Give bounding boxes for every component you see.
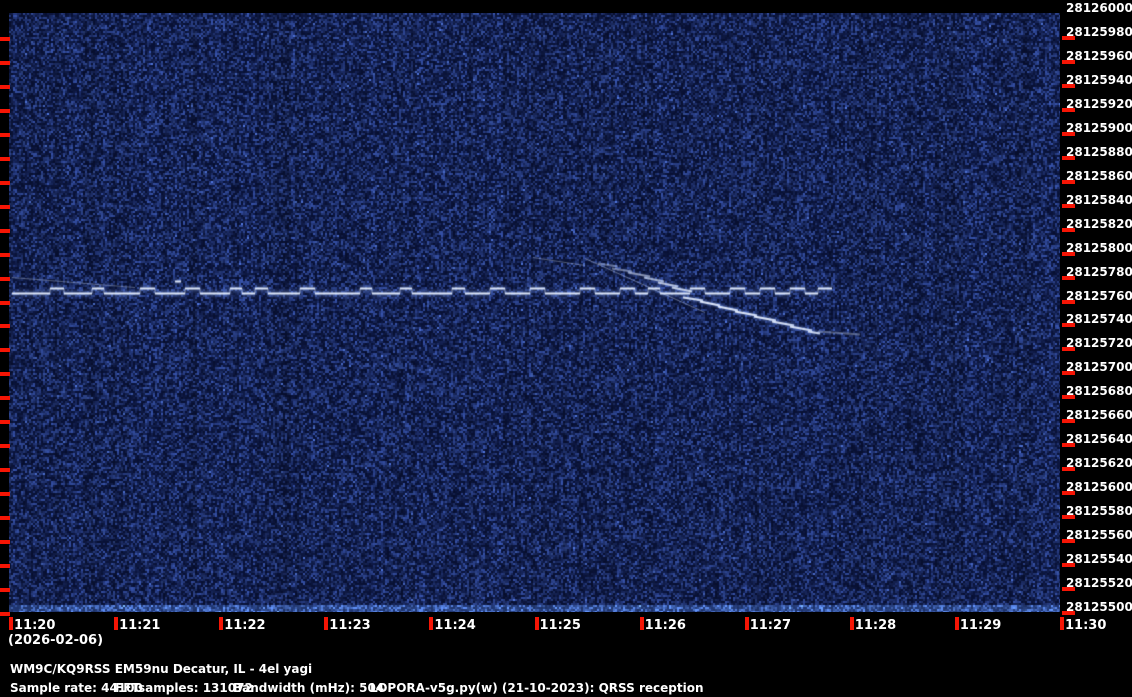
- freq-tick-left: [0, 492, 10, 496]
- freq-tick-left: [0, 372, 10, 376]
- freq-label: 28125700: [1066, 360, 1130, 374]
- time-tick: [429, 617, 433, 630]
- time-label: 11:26: [645, 619, 686, 633]
- freq-label: 28125500: [1066, 600, 1130, 614]
- freq-label: 28125680: [1066, 384, 1130, 398]
- freq-tick-left: [0, 85, 10, 89]
- freq-label: 28125800: [1066, 241, 1130, 255]
- time-tick: [640, 617, 644, 630]
- time-tick: [535, 617, 539, 630]
- spectrogram-waterfall: [9, 13, 1060, 612]
- freq-label: 28125920: [1066, 97, 1130, 111]
- freq-tick-left: [0, 516, 10, 520]
- lopora-grabber-window: 28126000 28125980 28125960 28125940 28125920…: [0, 0, 1132, 697]
- freq-label: 28125600: [1066, 480, 1130, 494]
- freq-label: 28125720: [1066, 336, 1130, 350]
- time-label: 11:22: [224, 619, 265, 633]
- time-label: 11:24: [434, 619, 475, 633]
- freq-label: 28125640: [1066, 432, 1130, 446]
- time-label: 11:29: [960, 619, 1001, 633]
- freq-label: 28126000: [1066, 1, 1130, 15]
- station-info-label: WM9C/KQ9RSS EM59nu Decatur, IL - 4el yag…: [10, 662, 312, 676]
- time-tick: [745, 617, 749, 630]
- time-tick: [114, 617, 118, 630]
- freq-tick-left: [0, 348, 10, 352]
- freq-tick-left: [0, 37, 10, 41]
- freq-tick-left: [0, 540, 10, 544]
- time-tick: [850, 617, 854, 630]
- freq-tick-left: [0, 133, 10, 137]
- freq-tick-left: [0, 444, 10, 448]
- freq-label: 28125960: [1066, 49, 1130, 63]
- bandwidth-label: Bandwidth (mHz): 504: [233, 681, 384, 695]
- freq-label: 28125900: [1066, 121, 1130, 135]
- time-label: 11:21: [119, 619, 160, 633]
- time-tick: [955, 617, 959, 630]
- freq-label: 28125580: [1066, 504, 1130, 518]
- freq-tick-left: [0, 324, 10, 328]
- freq-tick-left: [0, 253, 10, 257]
- time-label: 11:25: [540, 619, 581, 633]
- freq-label: 28125560: [1066, 528, 1130, 542]
- time-tick: [1060, 617, 1064, 630]
- freq-tick-left: [0, 468, 10, 472]
- freq-tick-left: [0, 612, 10, 616]
- freq-label: 28125980: [1066, 25, 1130, 39]
- freq-label: 28125540: [1066, 552, 1130, 566]
- date-label: (2026-02-06): [8, 633, 103, 648]
- freq-label: 28125820: [1066, 217, 1130, 231]
- time-tick: [9, 617, 13, 630]
- time-label: 11:28: [855, 619, 896, 633]
- freq-tick-left: [0, 229, 10, 233]
- freq-tick-left: [0, 396, 10, 400]
- freq-tick-left: [0, 157, 10, 161]
- freq-label: 28125740: [1066, 312, 1130, 326]
- freq-tick-left: [0, 420, 10, 424]
- freq-tick-left: [0, 109, 10, 113]
- freq-label: 28125520: [1066, 576, 1130, 590]
- time-label: 11:27: [750, 619, 791, 633]
- freq-tick-left: [0, 588, 10, 592]
- freq-label: 28125620: [1066, 456, 1130, 470]
- freq-label: 28125840: [1066, 193, 1130, 207]
- freq-label: 28125780: [1066, 265, 1130, 279]
- freq-label: 28125880: [1066, 145, 1130, 159]
- freq-label: 28125760: [1066, 289, 1130, 303]
- time-label: 11:30: [1065, 619, 1106, 633]
- freq-tick-left: [0, 181, 10, 185]
- freq-tick-left: [0, 277, 10, 281]
- time-label: 11:23: [329, 619, 370, 633]
- freq-tick-left: [0, 564, 10, 568]
- time-label: 11:20: [14, 619, 55, 633]
- time-tick: [324, 617, 328, 630]
- freq-label: 28125860: [1066, 169, 1130, 183]
- freq-label: 28125660: [1066, 408, 1130, 422]
- time-tick: [219, 617, 223, 630]
- freq-tick-left: [0, 301, 10, 305]
- freq-tick-left: [0, 61, 10, 65]
- software-version-label: LOPORA-v5g.py(w) (21-10-2023): QRSS rece…: [370, 681, 704, 695]
- freq-label: 28125940: [1066, 73, 1130, 87]
- freq-tick-left: [0, 205, 10, 209]
